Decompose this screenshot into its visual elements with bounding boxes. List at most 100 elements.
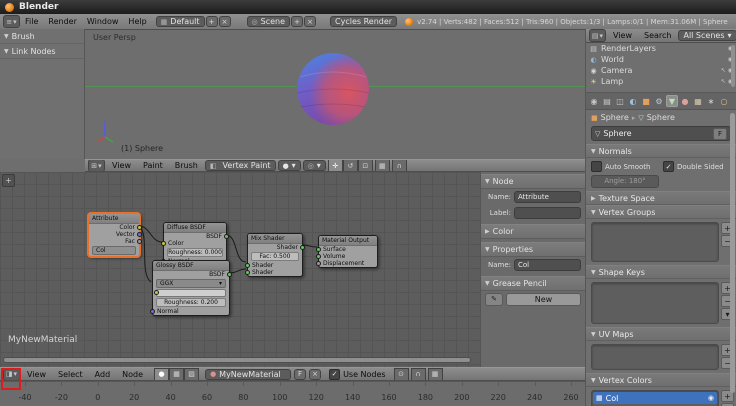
brush-panel-header[interactable]: ▼ Brush <box>0 29 84 44</box>
tab-scene[interactable]: ◫ <box>614 95 626 107</box>
menu-help[interactable]: Help <box>123 17 151 26</box>
texture-nodes-icon[interactable]: ▨ <box>184 368 200 380</box>
outliner-item-camera[interactable]: ◉ Camera ↖◉ <box>586 65 736 76</box>
scene-selector[interactable]: ◎ Scene <box>246 16 291 27</box>
tab-object-data[interactable]: ▼ <box>666 95 678 107</box>
backdrop-icon[interactable]: ▦ <box>427 368 443 380</box>
restrict-select-icon[interactable]: ↖ <box>721 67 726 74</box>
pin-icon[interactable]: ⊙ <box>393 368 409 380</box>
node-name-field[interactable]: Attribute <box>514 191 581 203</box>
menu-paint[interactable]: Paint <box>138 161 168 170</box>
vector-output-socket[interactable] <box>137 232 142 237</box>
tab-texture[interactable]: ▦ <box>692 95 704 107</box>
shape-keys-panel-header[interactable]: ▼ Shape Keys <box>586 265 736 279</box>
tab-render[interactable]: ◉ <box>588 95 600 107</box>
breadcrumb-data[interactable]: Sphere <box>647 113 675 122</box>
add-scene-button[interactable]: + <box>291 16 304 27</box>
tab-physics[interactable]: ○ <box>718 95 730 107</box>
node-attribute-title[interactable]: Attribute <box>89 214 139 224</box>
menu-view[interactable]: View <box>22 370 51 379</box>
color-output-socket[interactable] <box>137 225 142 230</box>
unlink-material-button[interactable]: × <box>309 368 322 380</box>
color-input-socket[interactable] <box>161 241 166 246</box>
uv-maps-list[interactable] <box>591 344 719 370</box>
outliner-item-world[interactable]: ◐ World ◉ <box>586 54 736 65</box>
shape-keys-list[interactable] <box>591 282 719 324</box>
use-nodes-toggle[interactable]: ✓ Use Nodes <box>329 368 386 380</box>
pivot-selector[interactable]: ◎ ▾ <box>302 160 326 171</box>
node-editor[interactable]: + Attribute Color Vector Fac Col Diffuse… <box>0 172 585 367</box>
outliner-display-filter[interactable]: All Scenes ▾ <box>678 30 736 41</box>
mesh-name-field[interactable]: ▽ Sphere F <box>591 126 731 141</box>
glossy-distribution-dropdown[interactable]: GGX ▾ <box>156 279 226 288</box>
menu-window[interactable]: Window <box>82 17 124 26</box>
node-glossy-title[interactable]: Glossy BSDF <box>153 261 229 271</box>
snap-icon[interactable]: ∩ <box>391 160 407 171</box>
node-diffuse-title[interactable]: Diffuse BSDF <box>164 223 226 233</box>
hscrollbar-thumb[interactable] <box>4 358 470 362</box>
properties-scrollbar[interactable] <box>730 113 735 393</box>
link-nodes-panel-header[interactable]: ▼ Link Nodes <box>0 44 84 59</box>
node-mix-title[interactable]: Mix Shader <box>248 234 302 244</box>
editor-type-outliner-icon[interactable]: ▤ ▾ <box>589 29 606 42</box>
grease-pencil-new-button[interactable]: New <box>506 293 581 306</box>
menu-select[interactable]: Select <box>53 370 88 379</box>
restrict-select-icon[interactable]: ↖ <box>721 78 726 85</box>
node-material-output[interactable]: Material Output Surface Volume Displacem… <box>316 235 378 268</box>
attribute-name-field[interactable]: Col <box>92 246 136 255</box>
material-datablock-selector[interactable]: ● MyNewMaterial <box>205 368 292 380</box>
node-editor-hscrollbar[interactable] <box>3 357 471 363</box>
bsdf-output-socket[interactable] <box>224 234 229 239</box>
node-attribute[interactable]: Attribute Color Vector Fac Col <box>88 213 142 257</box>
timeline-ruler[interactable]: -40 -20 0 20 40 60 80 100 120 140 160 180 200 220 240 2… <box>0 381 585 406</box>
vertex-groups-panel-header[interactable]: ▼ Vertex Groups <box>586 205 736 219</box>
menu-node[interactable]: Node <box>117 370 148 379</box>
outliner-scrollbar[interactable] <box>731 45 735 87</box>
breadcrumb-object[interactable]: Sphere <box>601 113 629 122</box>
node-label-field[interactable] <box>514 207 581 219</box>
editor-type-3dview-icon[interactable]: ⊞ ▾ <box>88 160 105 171</box>
tab-material[interactable]: ● <box>679 95 691 107</box>
snap-icon[interactable]: ∩ <box>410 368 426 380</box>
node-glossy-bsdf[interactable]: Glossy BSDF BSDF GGX ▾ Roughness: 0.200 N… <box>150 260 232 316</box>
shader-input-socket[interactable] <box>245 270 250 275</box>
tab-particles[interactable]: ∗ <box>705 95 717 107</box>
attribute-prop-name-field[interactable]: Col <box>514 259 581 271</box>
fake-user-button[interactable]: F <box>713 127 727 140</box>
menu-brush[interactable]: Brush <box>170 161 203 170</box>
rotate-manipulator-icon[interactable]: ↺ <box>342 160 358 171</box>
compositing-nodes-icon[interactable]: ▦ <box>169 368 185 380</box>
grease-pencil-draw-icon[interactable]: ✎ <box>485 293 503 306</box>
scale-manipulator-icon[interactable]: ⊡ <box>357 160 373 171</box>
checkbox-box[interactable] <box>591 161 602 172</box>
tab-world[interactable]: ◐ <box>627 95 639 107</box>
auto-smooth-angle-slider[interactable]: Angle: 180° <box>591 175 659 188</box>
layers-icon[interactable]: ▦ <box>374 160 390 171</box>
outliner-item-lamp[interactable]: ☀ Lamp ↖◉ <box>586 76 736 87</box>
bsdf-output-socket[interactable] <box>227 272 232 277</box>
grease-pencil-panel-header[interactable]: ▼ Grease Pencil <box>481 276 585 291</box>
tab-object[interactable]: ■ <box>640 95 652 107</box>
menu-view[interactable]: View <box>107 161 136 170</box>
vertex-colors-list[interactable]: ▦ Col ◉ <box>591 390 719 406</box>
volume-input-socket[interactable] <box>316 254 321 259</box>
editor-type-info-icon[interactable]: ≡ ▾ <box>3 15 20 28</box>
surface-input-socket[interactable] <box>316 247 321 252</box>
double-sided-checkbox[interactable]: ✓ Double Sided <box>663 161 731 172</box>
shader-nodes-icon[interactable]: ● <box>154 368 170 380</box>
menu-search[interactable]: Search <box>639 31 676 40</box>
checkbox-box[interactable]: ✓ <box>663 161 674 172</box>
auto-smooth-checkbox[interactable]: Auto Smooth <box>591 161 659 172</box>
vertex-color-item-col[interactable]: ▦ Col ◉ <box>593 392 717 404</box>
translate-manipulator-icon[interactable]: ✛ <box>327 160 343 171</box>
delete-scene-button[interactable]: × <box>304 16 317 27</box>
color-input-socket[interactable] <box>154 290 159 295</box>
node-output-title[interactable]: Material Output <box>319 236 377 246</box>
diffuse-roughness-slider[interactable]: Roughness: 0.000 <box>167 248 223 257</box>
mix-fac-slider[interactable]: Fac: 0.500 <box>251 252 299 261</box>
properties-panel-header[interactable]: ▼ Properties <box>481 242 585 257</box>
outliner-item-renderlayers[interactable]: ▤ RenderLayers ◉ <box>586 43 736 54</box>
node-mix-shader[interactable]: Mix Shader Shader Fac: 0.500 Shader Shad… <box>245 233 305 277</box>
add-screen-layout-button[interactable]: + <box>205 16 218 27</box>
fac-output-socket[interactable] <box>137 239 142 244</box>
